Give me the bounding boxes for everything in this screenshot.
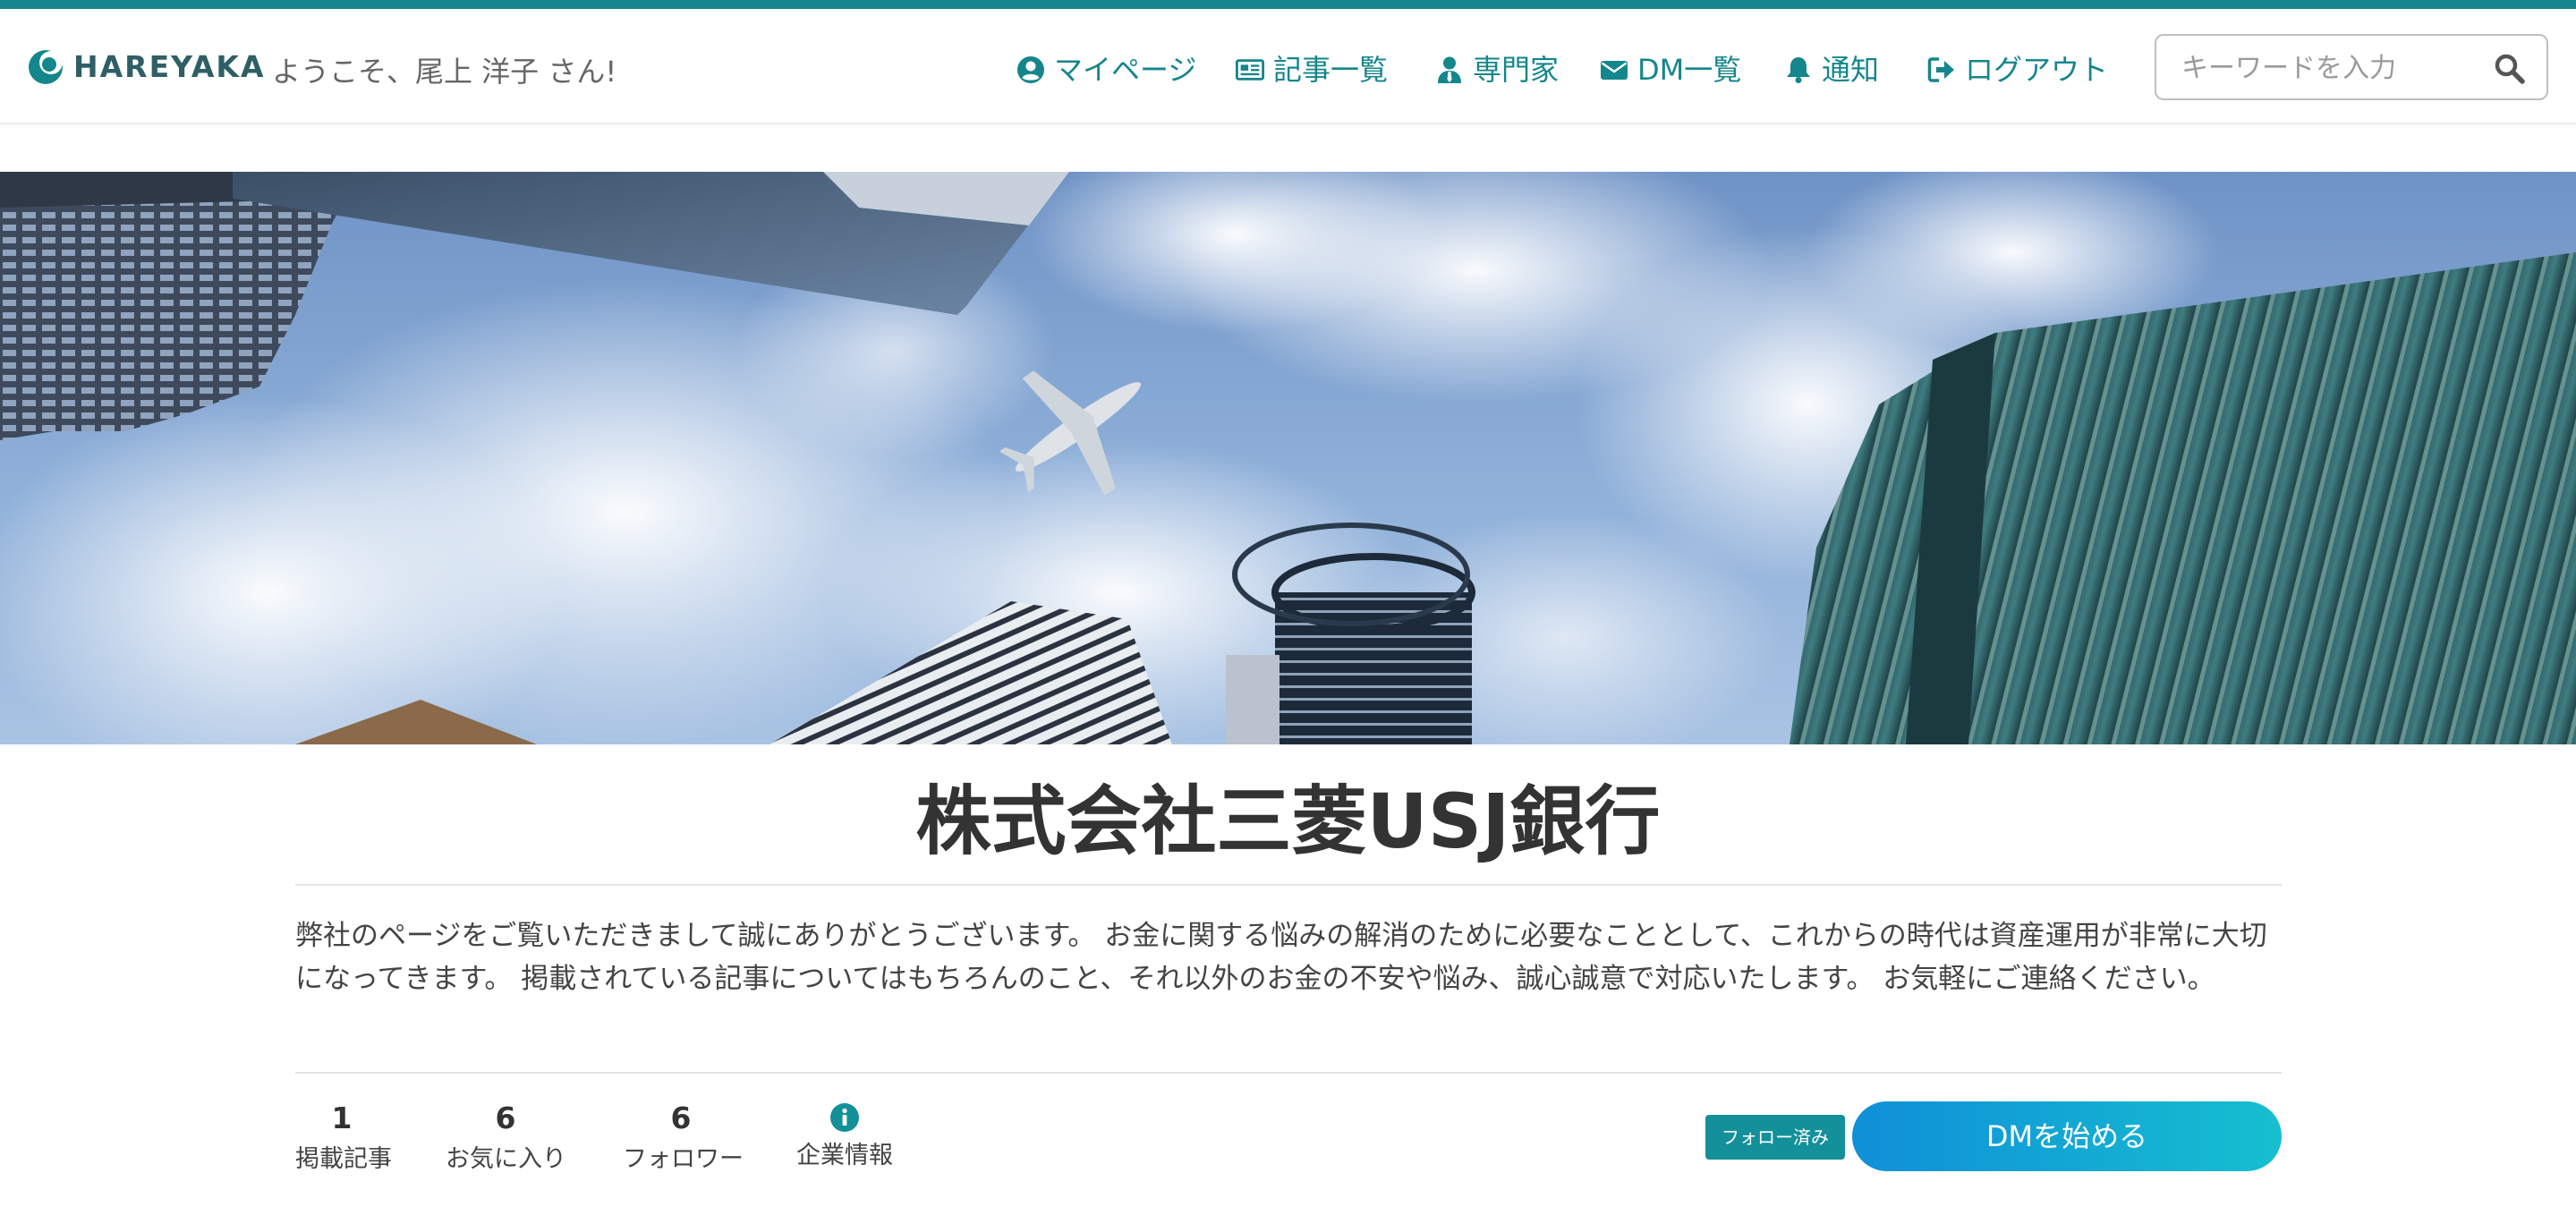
newspaper-icon (1236, 59, 1264, 81)
user-tie-icon (1438, 56, 1461, 83)
nav-articles[interactable]: 記事一覧 (1236, 48, 1388, 91)
stat-favorites-label: お気に入り (446, 1145, 566, 1173)
top-accent-stripe (0, 0, 2576, 9)
stat-favorites-count: 6 (495, 1101, 516, 1135)
nav-articles-label: 記事一覧 (1273, 53, 1389, 87)
hero-banner (0, 172, 2576, 744)
stat-followers-label: フォロワー (623, 1145, 744, 1173)
following-button[interactable]: フォロー済み (1705, 1115, 1845, 1160)
nav-logout-label: ログアウト (1965, 53, 2109, 87)
stat-followers-count: 6 (670, 1101, 692, 1135)
header: HAREYAKA ようこそ、尾上 洋子 さん! マイページ 記事一覧 専門家 D… (0, 9, 2576, 123)
sign-out-icon (1927, 57, 1954, 82)
nav-notifications[interactable]: 通知 (1784, 48, 1879, 91)
logo-text: HAREYAKA (73, 49, 266, 84)
stat-articles[interactable]: 1 掲載記事 (295, 1099, 392, 1177)
user-circle-icon (1017, 56, 1044, 83)
company-description: 弊社のページをご覧いただきまして誠にありがとうございます。 お金に関する悩みの解… (295, 920, 2267, 995)
nav-logout[interactable]: ログアウト (1927, 48, 2108, 91)
info-circle-icon (830, 1103, 859, 1132)
company-name: 株式会社三菱USJ銀行 (915, 778, 1661, 865)
logo[interactable]: HAREYAKA (27, 47, 266, 87)
hero-image (0, 172, 2576, 744)
search-input[interactable] (2181, 48, 2477, 88)
divider (295, 1072, 2282, 1074)
stat-followers[interactable]: 6 フォロワー (623, 1099, 744, 1177)
welcome-message: ようこそ、尾上 洋子 さん! (272, 55, 617, 89)
search-icon[interactable] (2493, 52, 2527, 86)
bell-icon (1787, 57, 1810, 83)
nav-experts[interactable]: 専門家 (1435, 48, 1559, 91)
divider (295, 884, 2282, 886)
nav-dm-list-label: DM一覧 (1637, 53, 1742, 87)
logo-icon (29, 50, 63, 84)
stat-favorites[interactable]: 6 お気に入り (446, 1099, 566, 1177)
nav-notifications-label: 通知 (1822, 53, 1880, 87)
nav-mypage[interactable]: マイページ (1016, 48, 1196, 91)
stat-company-info-label: 企業情報 (796, 1142, 893, 1169)
stat-articles-label: 掲載記事 (295, 1145, 392, 1173)
envelope-icon (1601, 61, 1628, 80)
nav-mypage-label: マイページ (1054, 53, 1197, 87)
stat-articles-count: 1 (331, 1101, 353, 1135)
start-dm-button[interactable]: DMを始める (1852, 1101, 2282, 1171)
search-box (2155, 34, 2548, 100)
stat-company-info[interactable]: 企業情報 (796, 1099, 893, 1174)
nav-experts-label: 専門家 (1473, 53, 1560, 87)
nav-dm-list[interactable]: DM一覧 (1600, 48, 1741, 91)
